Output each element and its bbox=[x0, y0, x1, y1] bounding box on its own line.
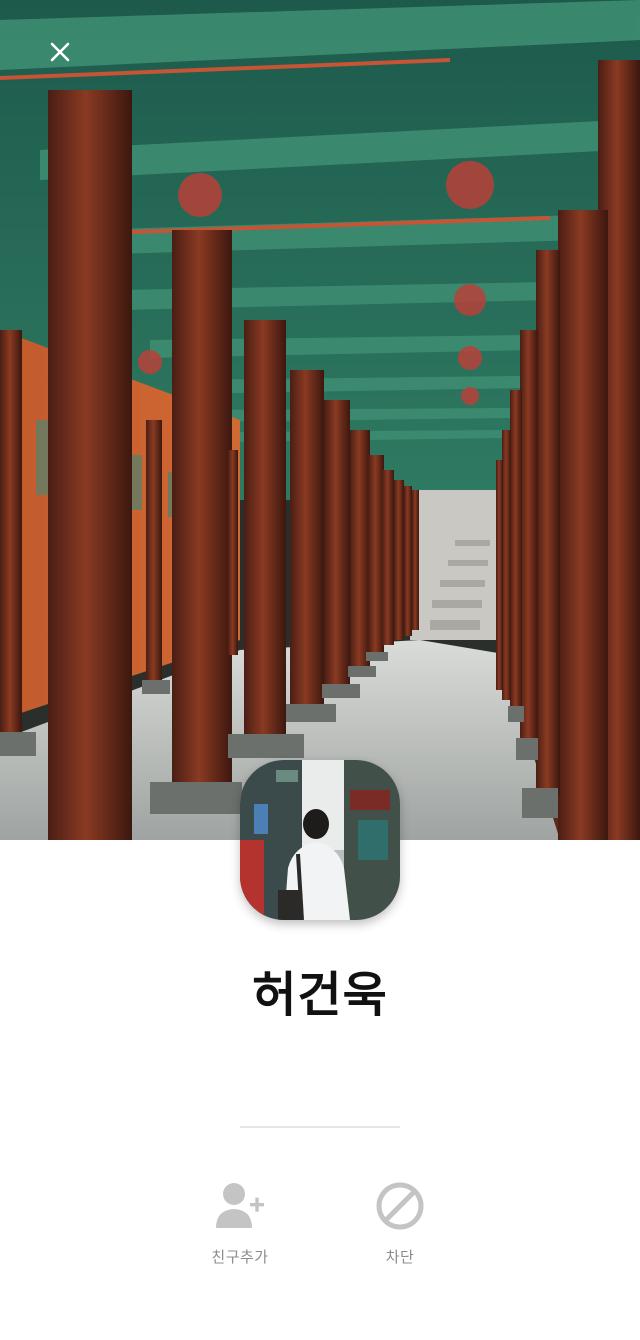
avatar[interactable] bbox=[240, 760, 400, 920]
add-user-icon bbox=[212, 1178, 268, 1234]
add-friend-button[interactable]: 친구추가 bbox=[180, 1178, 300, 1267]
profile-page: 허건욱 친구추가 차단 bbox=[0, 0, 640, 1340]
block-button[interactable]: 차단 bbox=[340, 1178, 460, 1267]
block-label: 차단 bbox=[385, 1248, 415, 1266]
block-icon bbox=[372, 1178, 428, 1234]
divider bbox=[240, 1126, 400, 1128]
add-friend-label: 친구추가 bbox=[211, 1248, 269, 1266]
close-button[interactable] bbox=[38, 30, 82, 74]
cover-image bbox=[0, 0, 640, 840]
close-icon bbox=[50, 42, 70, 62]
profile-name: 허건욱 bbox=[252, 967, 388, 1023]
